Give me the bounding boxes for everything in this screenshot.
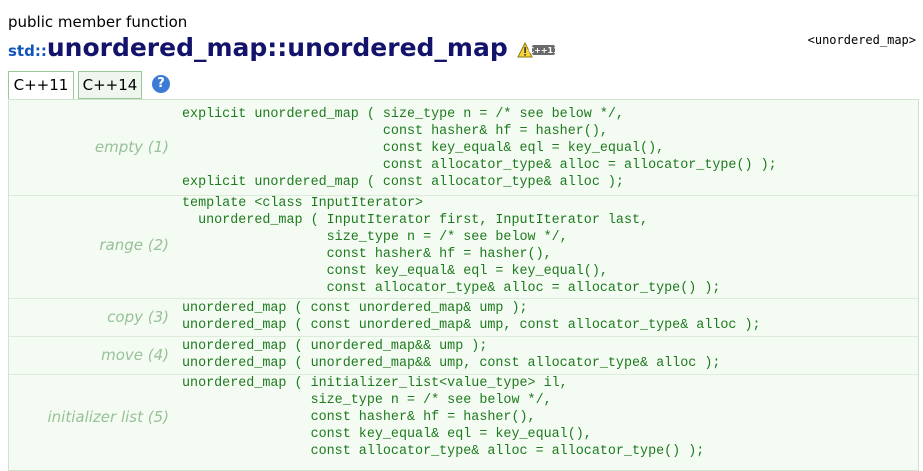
signature-row-initializer-list: initializer list (5) unordered_map ( ini… [9,374,918,470]
signature-row-move: move (4) unordered_map ( unordered_map&&… [9,336,918,375]
signature-label: initializer list (5) [47,408,169,426]
tab-cpp14[interactable]: C++14 [78,71,142,99]
signatures-panel: empty (1) explicit unordered_map ( size_… [8,99,919,471]
tab-cpp11[interactable]: C++11 [8,71,74,100]
signature-code: unordered_map ( unordered_map&& ump ); u… [182,339,721,371]
signature-row-range: range (2) template <class InputIterator>… [9,195,918,299]
signature-row-copy: copy (3) unordered_map ( const unordered… [9,298,918,337]
badge-label: C++11 [528,46,557,55]
signature-code: explicit unordered_map ( size_type n = /… [182,107,777,190]
help-icon[interactable]: ? [152,75,170,93]
signature-row-empty: empty (1) explicit unordered_map ( size_… [9,100,918,196]
signature-label: range (2) [99,236,169,254]
page-title: unordered_map::unordered_map [46,33,508,62]
namespace-prefix: std:: [8,42,47,60]
header-include-link[interactable]: <unordered_map> [808,33,916,47]
page-header: public member function std::unordered_ma… [8,11,918,67]
signature-label: move (4) [101,346,169,364]
signature-code: unordered_map ( initializer_list<value_t… [182,376,705,459]
cpp11-warning-icon: C++11 [517,41,559,58]
title-row: std::unordered_map::unordered_map C++11 [8,33,918,67]
member-kind-label: public member function [8,13,188,31]
signature-code: unordered_map ( const unordered_map& ump… [182,301,761,333]
signature-label: copy (3) [107,308,169,326]
signature-label: empty (1) [94,138,169,156]
signature-code: template <class InputIterator> unordered… [182,196,721,296]
